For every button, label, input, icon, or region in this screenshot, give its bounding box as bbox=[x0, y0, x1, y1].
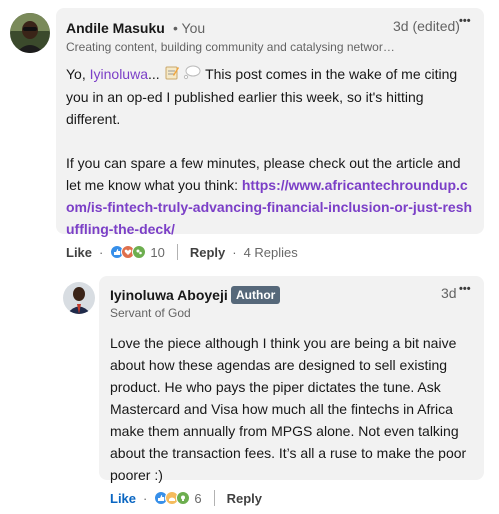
reply-reactions[interactable] bbox=[154, 491, 191, 505]
author-avatar[interactable] bbox=[10, 13, 50, 53]
action-divider bbox=[176, 244, 178, 260]
replies-count-link[interactable]: 4 Replies bbox=[244, 245, 298, 260]
reply-reaction-count[interactable]: 6 bbox=[194, 491, 201, 506]
comment-author-name[interactable]: Andile Masuku bbox=[66, 20, 165, 36]
comment-like-button[interactable]: Like bbox=[66, 245, 92, 260]
comment-actions: Like · 10 Reply · 4 Replies bbox=[66, 242, 298, 262]
comment-author-relation: • You bbox=[173, 20, 206, 36]
action-divider bbox=[213, 490, 215, 506]
reply-author-headline: Servant of God bbox=[110, 306, 191, 320]
comment-paragraph-1: Yo, Iyinoluwa... This post comes in the … bbox=[66, 63, 476, 130]
mention-iyinoluwa[interactable]: Iyinoluwa bbox=[90, 66, 148, 82]
comment-timestamp: 3d (edited) bbox=[393, 18, 460, 34]
reply-like-button[interactable]: Like bbox=[110, 491, 136, 506]
comment-reaction-count[interactable]: 10 bbox=[150, 245, 164, 260]
reply-reply-button[interactable]: Reply bbox=[227, 491, 262, 506]
reply-actions: Like · 6 Reply bbox=[110, 488, 262, 508]
comment-body: Yo, Iyinoluwa... This post comes in the … bbox=[66, 63, 476, 240]
separator-dot: · bbox=[232, 244, 237, 260]
author-badge: Author bbox=[231, 286, 281, 304]
celebrate-reaction-icon bbox=[132, 245, 147, 259]
comment-paragraph-2: If you can spare a few minutes, please c… bbox=[66, 152, 476, 240]
insightful-reaction-icon bbox=[176, 491, 191, 505]
ellipsis-text: ... bbox=[148, 66, 164, 82]
reply-more-options-button[interactable]: ••• bbox=[459, 283, 471, 295]
separator-dot: · bbox=[99, 244, 104, 260]
reply-timestamp: 3d bbox=[441, 285, 457, 301]
reply-body: Love the piece although I think you are … bbox=[110, 335, 467, 483]
comment-reply-button[interactable]: Reply bbox=[190, 245, 225, 260]
comment-more-options-button[interactable]: ••• bbox=[459, 15, 471, 27]
greeting-text: Yo, bbox=[66, 66, 90, 82]
comment-author-headline: Creating content, building community and… bbox=[66, 40, 395, 54]
memo-icon bbox=[164, 64, 180, 86]
separator-dot: · bbox=[143, 490, 148, 506]
reply-author-avatar[interactable] bbox=[63, 282, 95, 314]
comment-reactions[interactable] bbox=[110, 245, 147, 259]
reply-author-name[interactable]: Iyinoluwa Aboyeji bbox=[110, 287, 228, 303]
thought-bubble-icon bbox=[183, 64, 201, 86]
